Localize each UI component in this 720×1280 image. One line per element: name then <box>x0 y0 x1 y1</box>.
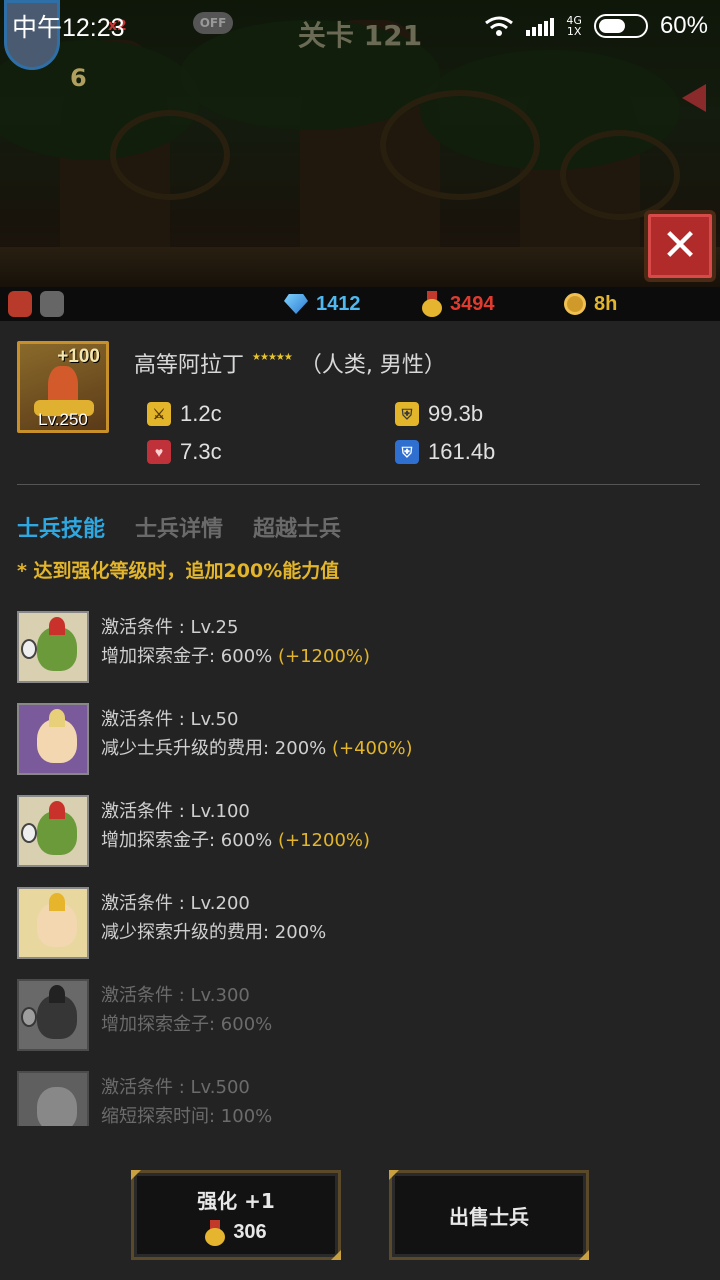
network-type: 4G 1X <box>566 14 582 38</box>
skill-bonus: (+1200%) <box>277 646 371 667</box>
skill-effect: 减少士兵升级的费用: 200% <box>101 738 327 759</box>
elf-princess-icon <box>17 887 89 959</box>
heart-icon: ♥ <box>147 440 171 464</box>
currency-bar: 1412 3494 8h <box>0 287 720 321</box>
tab-soldier-skills[interactable]: 士兵技能 <box>17 511 105 543</box>
hero-level: 6 <box>70 64 87 92</box>
back-arrow-icon[interactable] <box>682 84 706 112</box>
skill-row-locked: 激活条件 : Lv.500 缩短探索时间: 100% <box>17 1071 707 1126</box>
skill-row: 激活条件 : Lv.200 减少探索升级的费用: 200% <box>17 887 707 959</box>
skill-effect: 增加探索金子: 600% <box>101 646 273 667</box>
stat-magic-defense: ⛨ 161.4b <box>395 439 495 465</box>
medal-icon <box>205 1219 226 1246</box>
coin-icon <box>564 293 586 315</box>
tab-soldier-details[interactable]: 士兵详情 <box>135 511 223 543</box>
skill-condition: 激活条件 : Lv.100 <box>101 801 250 822</box>
status-time: 中午12:23 <box>12 14 125 42</box>
stat-defense-value: 99.3b <box>428 401 484 426</box>
enhance-note: * 达到强化等级时，追加200%能力值 <box>17 560 340 582</box>
gem-count: 1412 <box>316 292 361 315</box>
elf-girl-icon <box>17 703 89 775</box>
sell-label: 出售士兵 <box>449 1204 529 1229</box>
stat-defense: ⛨ 99.3b <box>395 401 483 427</box>
sell-soldier-button[interactable]: 出售士兵 <box>389 1170 589 1260</box>
unit-name: 高等阿拉丁 <box>134 353 245 378</box>
shield-icon: ⛨ <box>395 402 419 426</box>
skill-effect: 增加探索金子: 600% <box>101 1014 273 1035</box>
magic-shield-icon: ⛨ <box>395 440 419 464</box>
gem-counter: 1412 <box>284 293 361 316</box>
ghost-icon <box>17 1071 89 1126</box>
unit-portrait: +100 Lv.250 <box>17 341 109 433</box>
skill-list[interactable]: 激活条件 : Lv.25 增加探索金子: 600% (+1200%) 激活条件 … <box>17 611 707 1126</box>
enhance-button[interactable]: 强化 +1 306 <box>131 1170 341 1260</box>
stat-health-value: 7.3c <box>180 439 222 464</box>
medal-count: 3494 <box>450 292 495 315</box>
time-count: 8h <box>594 292 618 315</box>
unit-traits: （人类, 男性） <box>299 353 446 378</box>
close-button[interactable]: ✕ <box>644 210 716 282</box>
skill-row: 激活条件 : Lv.25 增加探索金子: 600% (+1200%) <box>17 611 707 683</box>
skill-effect: 增加探索金子: 600% <box>101 830 273 851</box>
skill-condition: 激活条件 : Lv.300 <box>101 985 250 1006</box>
sword-icon: ⚔ <box>147 402 171 426</box>
goblin-icon <box>17 795 89 867</box>
medal-icon <box>422 291 442 317</box>
divider <box>17 484 700 485</box>
dark-goblin-icon <box>17 979 89 1051</box>
signal-icon <box>526 16 555 36</box>
stat-health: ♥ 7.3c <box>147 439 222 465</box>
skill-effect: 减少探索升级的费用: 200% <box>101 922 327 943</box>
unit-header: 高等阿拉丁 ★★★★★ （人类, 男性） <box>134 347 446 379</box>
enhance-level: +100 <box>57 346 100 367</box>
battery-icon <box>593 14 648 38</box>
time-counter: 8h <box>564 293 617 316</box>
skill-condition: 激活条件 : Lv.50 <box>101 709 239 730</box>
close-icon: ✕ <box>661 220 699 271</box>
medal-counter: 3494 <box>422 291 495 317</box>
status-bar: 中午12:23 4G 1X 60% <box>0 0 720 52</box>
party-member-icon[interactable] <box>40 291 64 317</box>
skill-row: 激活条件 : Lv.100 增加探索金子: 600% (+1200%) <box>17 795 707 867</box>
party-member-icon[interactable] <box>8 291 32 317</box>
skill-row-locked: 激活条件 : Lv.300 增加探索金子: 600% <box>17 979 707 1051</box>
skill-condition: 激活条件 : Lv.25 <box>101 617 239 638</box>
skill-bonus: (+400%) <box>331 738 413 759</box>
star-rating: ★★★★★ <box>252 351 293 363</box>
unit-detail-panel: +100 Lv.250 高等阿拉丁 ★★★★★ （人类, 男性） ⚔ 1.2c … <box>0 321 720 1280</box>
skill-effect: 缩短探索时间: 100% <box>101 1106 273 1126</box>
enhance-label: 强化 +1 <box>197 1188 275 1213</box>
stat-magic-defense-value: 161.4b <box>428 439 496 464</box>
skill-bonus: (+1200%) <box>277 830 371 851</box>
skill-row: 激活条件 : Lv.50 减少士兵升级的费用: 200% (+400%) <box>17 703 707 775</box>
skill-condition: 激活条件 : Lv.500 <box>101 1077 250 1098</box>
battery-percent: 60% <box>659 12 708 39</box>
stat-attack: ⚔ 1.2c <box>147 401 222 427</box>
stat-attack-value: 1.2c <box>180 401 222 426</box>
gem-icon <box>284 294 308 314</box>
goblin-icon <box>17 611 89 683</box>
unit-level: Lv.250 <box>38 410 88 429</box>
skill-condition: 激活条件 : Lv.200 <box>101 893 250 914</box>
enhance-cost: 306 <box>233 1221 267 1243</box>
wifi-icon <box>485 16 514 36</box>
tab-bar: 士兵技能 士兵详情 超越士兵 <box>17 511 341 543</box>
tab-transcend-soldier[interactable]: 超越士兵 <box>253 511 341 543</box>
